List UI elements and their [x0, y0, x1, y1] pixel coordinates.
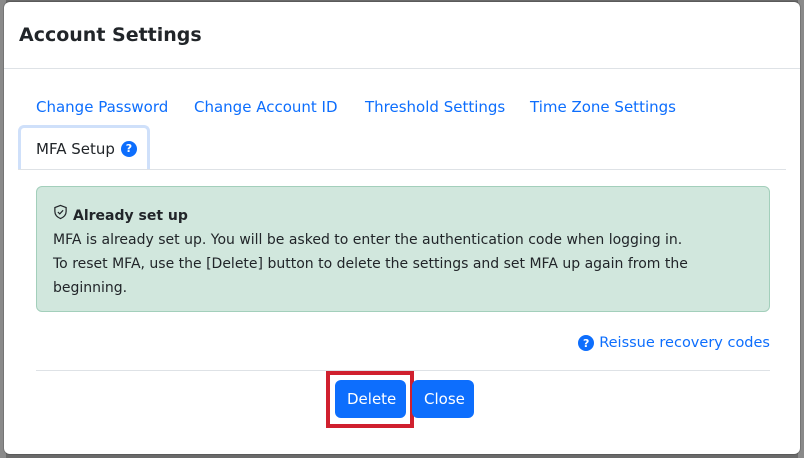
tab-mfa-setup[interactable]: MFA Setup ? [18, 125, 150, 169]
account-settings-modal: Account Settings Change Password Change … [4, 2, 800, 454]
close-button[interactable]: Close [412, 380, 474, 418]
alert-line-2: To reset MFA, use the [Delete] button to… [53, 256, 688, 296]
tab-threshold-settings[interactable]: Threshold Settings [365, 98, 505, 116]
tab-change-password[interactable]: Change Password [36, 98, 168, 116]
tab-mfa-setup-label: MFA Setup [36, 139, 115, 158]
mfa-status-alert: Already set up MFA is already set up. Yo… [36, 186, 770, 312]
modal-header: Account Settings [4, 2, 800, 69]
modal-footer: Delete Close [36, 370, 770, 431]
tab-change-account-id[interactable]: Change Account ID [194, 98, 338, 116]
modal-title: Account Settings [19, 24, 202, 46]
question-circle-icon: ? [578, 335, 595, 351]
shield-check-icon [53, 204, 73, 228]
reissue-label: Reissue recovery codes [599, 335, 770, 351]
settings-tabs: Change Password Change Account ID Thresh… [18, 83, 786, 170]
tab-time-zone-settings[interactable]: Time Zone Settings [530, 98, 676, 116]
delete-button[interactable]: Delete [335, 380, 406, 418]
reissue-recovery-codes-link[interactable]: ? Reissue recovery codes [578, 335, 770, 351]
modal-body: Change Password Change Account ID Thresh… [4, 83, 800, 353]
alert-heading-text: Already set up [73, 208, 188, 224]
alert-heading: Already set up [53, 204, 753, 228]
help-icon[interactable]: ? [120, 140, 137, 157]
reissue-row: ? Reissue recovery codes [18, 333, 770, 353]
alert-line-1: MFA is already set up. You will be asked… [53, 232, 683, 248]
